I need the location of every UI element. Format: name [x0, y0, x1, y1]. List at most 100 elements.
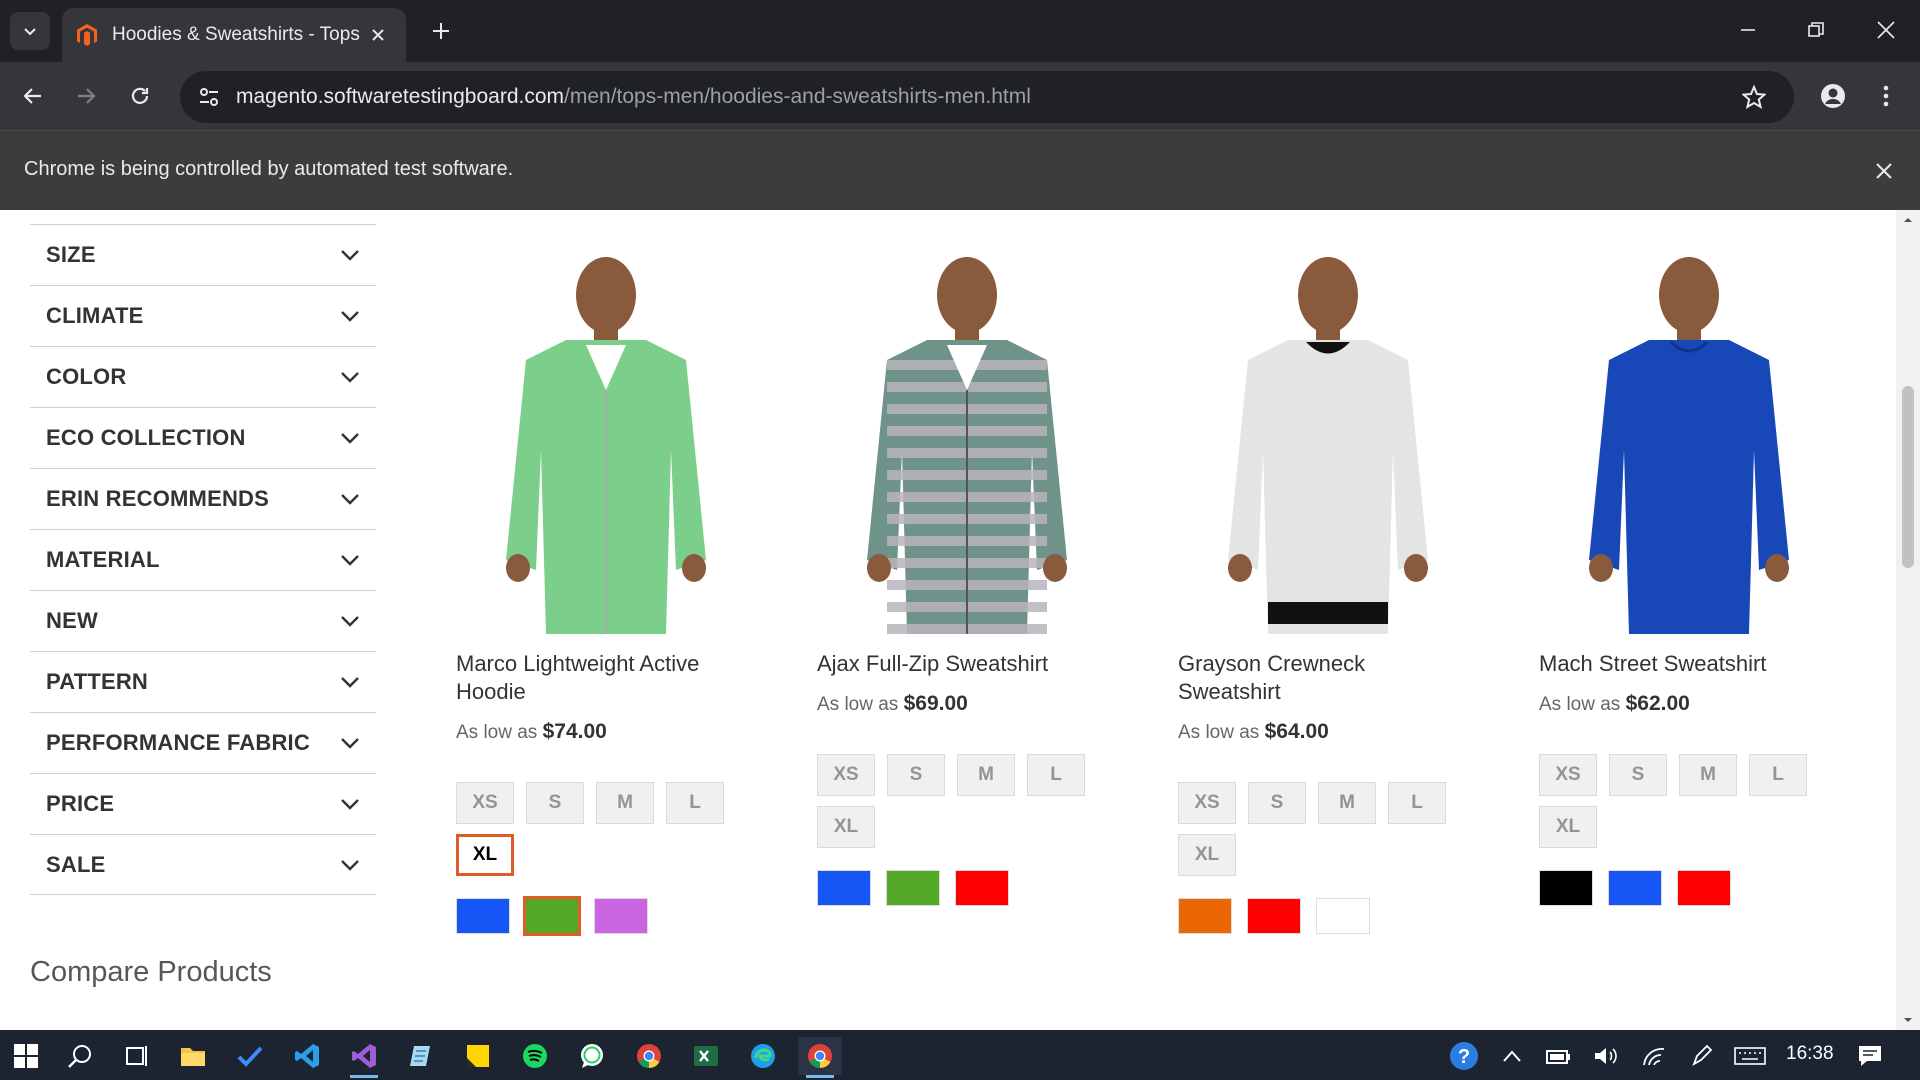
product-image[interactable] — [1178, 250, 1478, 634]
color-swatch[interactable] — [456, 898, 510, 934]
size-option-l[interactable]: L — [1027, 754, 1085, 796]
size-option-m[interactable]: M — [1318, 782, 1376, 824]
filter-performance-fabric[interactable]: PERFORMANCE FABRIC — [30, 712, 376, 773]
volume-button[interactable] — [1584, 1037, 1628, 1075]
product-photo[interactable] — [1539, 250, 1839, 634]
size-option-m[interactable]: M — [1679, 754, 1737, 796]
scrollbar-thumb[interactable] — [1902, 386, 1914, 568]
size-option-l[interactable]: L — [1749, 754, 1807, 796]
scroll-down-icon[interactable] — [1902, 1014, 1914, 1026]
filter-new[interactable]: NEW — [30, 590, 376, 651]
product-name-link[interactable]: Mach Street Sweatshirt — [1539, 650, 1829, 678]
window-close-button[interactable] — [1856, 8, 1916, 52]
vscode-button[interactable] — [285, 1037, 329, 1075]
menu-button[interactable] — [1866, 76, 1906, 116]
taskbar-search-button[interactable] — [58, 1037, 102, 1075]
notepad-button[interactable] — [399, 1037, 443, 1075]
size-option-m[interactable]: M — [957, 754, 1015, 796]
tray-overflow-button[interactable] — [1490, 1037, 1534, 1075]
size-option-xl[interactable]: XL — [456, 834, 514, 876]
size-option-s[interactable]: S — [1609, 754, 1667, 796]
spotify-button[interactable] — [513, 1037, 557, 1075]
scroll-up-icon[interactable] — [1902, 214, 1914, 226]
filter-material[interactable]: MATERIAL — [30, 529, 376, 590]
size-option-xs[interactable]: XS — [1178, 782, 1236, 824]
restore-button[interactable] — [1786, 8, 1846, 52]
infobar-close-button[interactable] — [1866, 153, 1902, 189]
visual-studio-button[interactable] — [342, 1037, 386, 1078]
size-option-s[interactable]: S — [1248, 782, 1306, 824]
size-option-l[interactable]: L — [1388, 782, 1446, 824]
filter-sale[interactable]: SALE — [30, 834, 376, 895]
color-swatch[interactable] — [817, 870, 871, 906]
size-option-xl[interactable]: XL — [1178, 834, 1236, 876]
new-tab-button[interactable] — [424, 14, 458, 48]
filter-eco-collection[interactable]: ECO COLLECTION — [30, 407, 376, 468]
size-option-l[interactable]: L — [666, 782, 724, 824]
product-photo[interactable] — [456, 250, 756, 634]
taskbar-clock[interactable]: 16:38 — [1786, 1043, 1834, 1065]
product-image[interactable] — [817, 250, 1117, 634]
todo-button[interactable] — [228, 1037, 272, 1075]
color-swatch[interactable] — [1247, 898, 1301, 934]
size-option-xs[interactable]: XS — [456, 782, 514, 824]
size-option-m[interactable]: M — [596, 782, 654, 824]
filter-color[interactable]: COLOR — [30, 346, 376, 407]
color-swatch[interactable] — [1178, 898, 1232, 934]
price-prefix: As low as — [817, 694, 899, 715]
pen-button[interactable] — [1680, 1037, 1724, 1075]
back-button[interactable] — [13, 76, 53, 116]
profile-button[interactable] — [1813, 76, 1853, 116]
color-swatch[interactable] — [523, 896, 581, 936]
size-option-s[interactable]: S — [526, 782, 584, 824]
color-swatch[interactable] — [955, 870, 1009, 906]
filter-size[interactable]: SIZE — [30, 224, 376, 285]
product-image[interactable] — [1539, 250, 1839, 634]
size-option-xl[interactable]: XL — [817, 806, 875, 848]
edge-button[interactable] — [741, 1037, 785, 1075]
tab-close-button[interactable] — [364, 21, 392, 49]
page-scrollbar[interactable] — [1896, 210, 1920, 1030]
chrome-button[interactable] — [627, 1037, 671, 1075]
help-button[interactable]: ? — [1442, 1037, 1486, 1075]
chrome-active-button[interactable] — [798, 1037, 842, 1078]
forward-button[interactable] — [66, 76, 106, 116]
product-name-link[interactable]: Grayson Crewneck Sweatshirt — [1178, 650, 1468, 706]
filter-pattern[interactable]: PATTERN — [30, 651, 376, 712]
browser-tab-active[interactable]: Hoodies & Sweatshirts - Tops - — [62, 8, 406, 62]
filter-erin-recommends[interactable]: ERIN RECOMMENDS — [30, 468, 376, 529]
size-option-xl[interactable]: XL — [1539, 806, 1597, 848]
reload-button[interactable] — [120, 76, 160, 116]
size-option-xs[interactable]: XS — [1539, 754, 1597, 796]
bookmark-button[interactable] — [1736, 79, 1772, 115]
color-swatch[interactable] — [1677, 870, 1731, 906]
product-image[interactable] — [456, 250, 756, 634]
site-info-button[interactable] — [190, 78, 228, 116]
minimize-button[interactable] — [1718, 8, 1778, 52]
size-option-s[interactable]: S — [887, 754, 945, 796]
excel-button[interactable] — [684, 1037, 728, 1075]
size-option-xs[interactable]: XS — [817, 754, 875, 796]
notifications-button[interactable] — [1848, 1037, 1892, 1075]
filter-climate[interactable]: CLIMATE — [30, 285, 376, 346]
sticky-notes-button[interactable] — [456, 1037, 500, 1075]
address-bar[interactable]: magento.softwaretestingboard.com/men/top… — [180, 71, 1794, 123]
product-photo[interactable] — [817, 250, 1117, 634]
filter-price[interactable]: PRICE — [30, 773, 376, 834]
color-swatch[interactable] — [1539, 870, 1593, 906]
color-swatch[interactable] — [1608, 870, 1662, 906]
tab-search-button[interactable] — [10, 12, 50, 50]
network-button[interactable] — [1632, 1037, 1676, 1075]
battery-button[interactable] — [1536, 1037, 1580, 1075]
task-view-button[interactable] — [114, 1037, 158, 1075]
product-photo[interactable] — [1178, 250, 1478, 634]
file-explorer-button[interactable] — [171, 1037, 215, 1075]
color-swatch[interactable] — [886, 870, 940, 906]
start-button[interactable] — [4, 1037, 48, 1075]
keyboard-button[interactable] — [1728, 1037, 1772, 1075]
color-swatch[interactable] — [1316, 898, 1370, 934]
color-swatch[interactable] — [594, 898, 648, 934]
product-name-link[interactable]: Ajax Full-Zip Sweatshirt — [817, 650, 1107, 678]
product-name-link[interactable]: Marco Lightweight Active Hoodie — [456, 650, 746, 706]
whatsapp-button[interactable] — [570, 1037, 614, 1075]
